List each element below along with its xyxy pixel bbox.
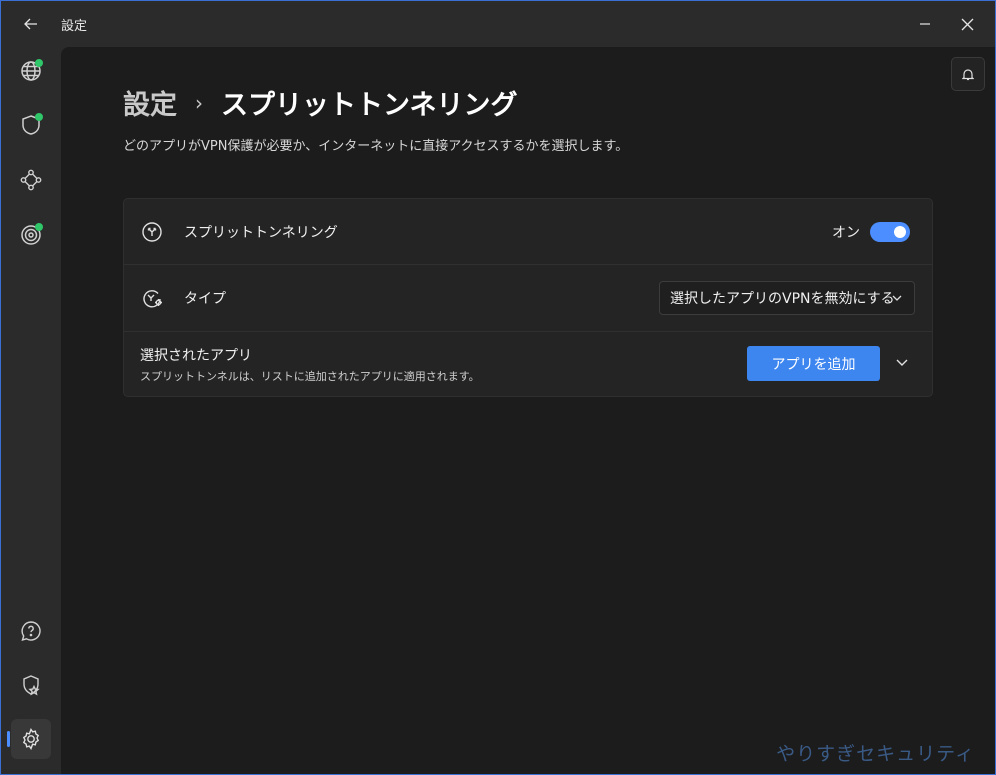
title-bar: 設定 bbox=[1, 1, 995, 47]
page-title: スプリットトンネリング bbox=[221, 90, 518, 121]
sidebar-item-help[interactable] bbox=[11, 611, 51, 651]
split-tunneling-row: スプリットトンネリング オン bbox=[124, 199, 932, 264]
breadcrumb-separator: › bbox=[195, 90, 203, 115]
status-dot bbox=[35, 59, 43, 67]
split-tunneling-settings-card: スプリットトンネリング オン タイプ 選択したアプリのVPNを無効にする 選択さ… bbox=[123, 198, 933, 397]
selected-apps-description: スプリットトンネルは、リストに追加されたアプリに適用されます。 bbox=[140, 370, 480, 383]
status-dot bbox=[35, 223, 43, 231]
sidebar-item-meshnet[interactable] bbox=[11, 160, 51, 200]
split-gear-icon bbox=[140, 286, 164, 310]
network-nodes-icon bbox=[20, 169, 42, 191]
back-arrow-icon[interactable] bbox=[19, 12, 43, 36]
main-content: 設定 › スプリットトンネリング どのアプリがVPN保護が必要か、インターネット… bbox=[61, 47, 995, 774]
add-app-button[interactable]: アプリを追加 bbox=[747, 346, 880, 381]
help-bubble-icon bbox=[21, 621, 41, 642]
minimize-icon[interactable] bbox=[909, 9, 941, 39]
notifications-button[interactable] bbox=[951, 57, 985, 91]
active-indicator bbox=[7, 731, 10, 747]
sidebar-item-rewards[interactable] bbox=[11, 665, 51, 705]
chevron-down-icon bbox=[892, 295, 902, 301]
sidebar-item-shield[interactable] bbox=[11, 105, 51, 145]
expand-apps-button[interactable] bbox=[890, 350, 914, 374]
type-label: タイプ bbox=[184, 291, 226, 307]
split-arrows-icon bbox=[140, 220, 164, 244]
selected-apps-title: 選択されたアプリ bbox=[140, 348, 252, 364]
app-window: 設定 設定 › スプリットトンネリング どのアプリがVPN保護が必要か、インター… bbox=[0, 0, 996, 775]
breadcrumb-root[interactable]: 設定 bbox=[123, 83, 177, 122]
page-subtitle: どのアプリがVPN保護が必要か、インターネットに直接アクセスするかを選択します。 bbox=[123, 139, 629, 154]
window-title: 設定 bbox=[61, 19, 88, 34]
split-tunneling-label: スプリットトンネリング bbox=[184, 224, 338, 241]
watermark: やりすぎセキュリティ bbox=[776, 743, 975, 765]
status-dot bbox=[35, 113, 43, 121]
selected-apps-row: 選択されたアプリ スプリットトンネルは、リストに追加されたアプリに適用されます。… bbox=[124, 332, 932, 396]
sidebar-item-settings[interactable] bbox=[7, 719, 51, 759]
toggle-knob bbox=[894, 225, 906, 238]
badge-star-icon bbox=[23, 675, 40, 696]
bell-icon bbox=[962, 68, 974, 80]
toggle-state-text: オン bbox=[832, 224, 860, 241]
gear-icon bbox=[22, 728, 40, 750]
type-dropdown[interactable]: 選択したアプリのVPNを無効にする bbox=[659, 281, 915, 315]
close-icon[interactable] bbox=[951, 9, 983, 39]
split-tunneling-toggle[interactable] bbox=[870, 221, 910, 242]
sidebar-item-threat-protection[interactable] bbox=[11, 215, 51, 255]
sidebar bbox=[1, 47, 61, 774]
chevron-down-icon bbox=[896, 359, 908, 366]
split-tunneling-toggle-group: オン bbox=[832, 221, 910, 242]
type-selected-value: 選択したアプリのVPNを無効にする bbox=[670, 291, 895, 307]
type-row: タイプ 選択したアプリのVPNを無効にする bbox=[124, 265, 932, 331]
sidebar-item-globe[interactable] bbox=[11, 51, 51, 91]
breadcrumb: 設定 › スプリットトンネリング bbox=[123, 83, 517, 122]
